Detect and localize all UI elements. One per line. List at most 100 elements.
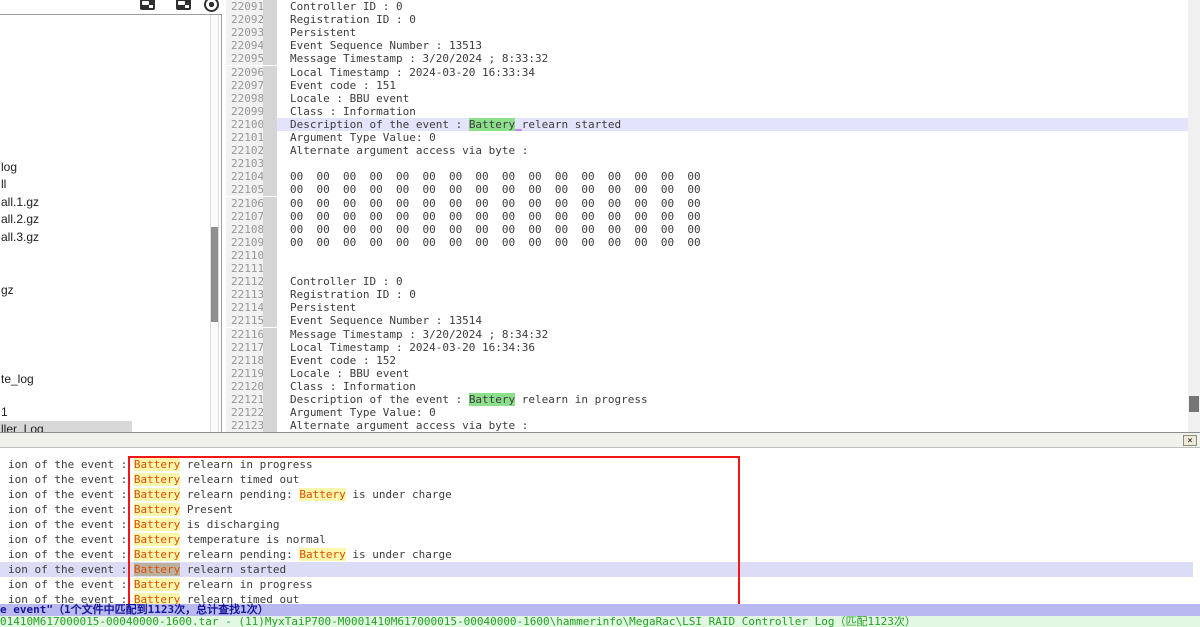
line-text: Event code : 151 — [277, 79, 1188, 92]
bookmark-margin[interactable] — [263, 406, 277, 419]
file-list-item[interactable]: ll — [0, 176, 6, 192]
file-list-item[interactable]: all.1.gz — [0, 194, 39, 210]
editor-scrollbar-thumb[interactable] — [1189, 396, 1199, 412]
close-results-icon[interactable]: × — [1183, 435, 1197, 446]
file-list-item[interactable]: te_log — [0, 371, 34, 387]
file-panel-scrollbar-thumb[interactable] — [211, 227, 218, 322]
file-list-item[interactable]: 1 — [0, 404, 8, 420]
bookmark-margin[interactable] — [263, 79, 277, 92]
view-file-icon-1[interactable] — [140, 0, 155, 10]
log-line[interactable]: 22093Persistent — [226, 26, 1188, 39]
log-line[interactable]: 22094Event Sequence Number : 13513 — [226, 39, 1188, 52]
log-line[interactable]: 2210500 00 00 00 00 00 00 00 00 00 00 00… — [226, 183, 1188, 196]
view-file-icon-2[interactable] — [176, 0, 191, 10]
bookmark-margin[interactable] — [263, 301, 277, 314]
bookmark-margin[interactable] — [263, 380, 277, 393]
log-line[interactable]: 22102Alternate argument access via byte … — [226, 144, 1188, 157]
line-text: Event Sequence Number : 13513 — [277, 39, 1188, 52]
bookmark-margin[interactable] — [263, 66, 277, 79]
bookmark-margin[interactable] — [263, 275, 277, 288]
log-line[interactable]: 22119Locale : BBU event — [226, 367, 1188, 380]
log-line[interactable]: 2210600 00 00 00 00 00 00 00 00 00 00 00… — [226, 197, 1188, 210]
log-line[interactable]: 22122Argument Type Value: 0 — [226, 406, 1188, 419]
log-line[interactable]: 22117Local Timestamp : 2024-03-20 16:34:… — [226, 341, 1188, 354]
bookmark-margin[interactable] — [263, 13, 277, 26]
bookmark-margin[interactable] — [263, 92, 277, 105]
bookmark-margin[interactable] — [263, 131, 277, 144]
log-line[interactable]: 2210400 00 00 00 00 00 00 00 00 00 00 00… — [226, 170, 1188, 183]
search-file-line-text: 01410M617000015-00040000-1600.tar - (11)… — [0, 615, 916, 627]
bookmark-margin[interactable] — [263, 249, 277, 262]
bookmark-margin[interactable] — [263, 288, 277, 301]
log-line[interactable]: 22121Description of the event : Battery … — [226, 393, 1188, 406]
log-line[interactable]: 22118Event code : 152 — [226, 354, 1188, 367]
bookmark-margin[interactable] — [263, 183, 277, 196]
bookmark-margin[interactable] — [263, 328, 277, 341]
line-number: 22116 — [226, 328, 263, 341]
log-line[interactable]: 22116Message Timestamp : 3/20/2024 ; 8:3… — [226, 328, 1188, 341]
line-text: Persistent — [277, 26, 1188, 39]
editor-scrollbar[interactable] — [1188, 0, 1200, 432]
bookmark-margin[interactable] — [263, 367, 277, 380]
log-line[interactable]: 22091Controller ID : 0 — [226, 0, 1188, 13]
log-line[interactable]: 22110 — [226, 249, 1188, 262]
bookmark-margin[interactable] — [263, 144, 277, 157]
match-highlight: Battery — [469, 118, 515, 131]
line-number: 22109 — [226, 236, 263, 249]
log-line[interactable]: 22113Registration ID : 0 — [226, 288, 1188, 301]
log-line[interactable]: 22100Description of the event : Battery_… — [226, 118, 1188, 131]
bookmark-margin[interactable] — [263, 118, 277, 131]
bookmark-margin[interactable] — [263, 39, 277, 52]
log-line[interactable]: 2210700 00 00 00 00 00 00 00 00 00 00 00… — [226, 210, 1188, 223]
log-line[interactable]: 22112Controller ID : 0 — [226, 275, 1188, 288]
bookmark-margin[interactable] — [263, 354, 277, 367]
line-number: 22100 — [226, 118, 263, 131]
line-text: 00 00 00 00 00 00 00 00 00 00 00 00 00 0… — [277, 183, 1188, 196]
log-line[interactable]: 22123Alternate argument access via byte … — [226, 419, 1188, 432]
bookmark-margin[interactable] — [263, 223, 277, 236]
file-panel-scrollbar[interactable] — [210, 15, 219, 433]
line-text: Event Sequence Number : 13514 — [277, 314, 1188, 327]
bookmark-margin[interactable] — [263, 210, 277, 223]
log-editor[interactable]: 22091Controller ID : 022092Registration … — [226, 0, 1188, 433]
log-line[interactable]: 22092Registration ID : 0 — [226, 13, 1188, 26]
bookmark-margin[interactable] — [263, 170, 277, 183]
bookmark-margin[interactable] — [263, 262, 277, 275]
bookmark-margin[interactable] — [263, 52, 277, 65]
line-number: 22113 — [226, 288, 263, 301]
log-line[interactable]: 22111 — [226, 262, 1188, 275]
file-list-item[interactable]: log — [0, 159, 17, 175]
file-list-item[interactable]: all.2.gz — [0, 211, 39, 227]
bookmark-margin[interactable] — [263, 197, 277, 210]
bookmark-margin[interactable] — [263, 236, 277, 249]
log-line[interactable]: 22103 — [226, 157, 1188, 170]
line-text: Locale : BBU event — [277, 367, 1188, 380]
bookmark-margin[interactable] — [263, 341, 277, 354]
file-list-item[interactable]: gz — [0, 282, 14, 298]
log-line[interactable]: 22095Message Timestamp : 3/20/2024 ; 8:3… — [226, 52, 1188, 65]
bookmark-margin[interactable] — [263, 157, 277, 170]
log-line[interactable]: 22099Class : Information — [226, 105, 1188, 118]
log-viewer-window: logllall.1.gzall.2.gzall.3.gzgzte_log1ll… — [0, 0, 1200, 627]
bookmark-margin[interactable] — [263, 26, 277, 39]
file-list-item[interactable]: all.3.gz — [0, 229, 39, 245]
line-text: Alternate argument access via byte : — [277, 144, 1188, 157]
line-number: 22123 — [226, 419, 263, 432]
search-file-line[interactable]: 01410M617000015-00040000-1600.tar - (11)… — [0, 616, 1200, 627]
log-line[interactable]: 22114Persistent — [226, 301, 1188, 314]
bookmark-margin[interactable] — [263, 419, 277, 432]
log-line[interactable]: 22101Argument Type Value: 0 — [226, 131, 1188, 144]
log-line[interactable]: 2210900 00 00 00 00 00 00 00 00 00 00 00… — [226, 236, 1188, 249]
log-line[interactable]: 22120Class : Information — [226, 380, 1188, 393]
locate-target-icon[interactable] — [204, 0, 219, 12]
log-line[interactable]: 22115Event Sequence Number : 13514 — [226, 314, 1188, 327]
bookmark-margin[interactable] — [263, 0, 277, 13]
log-line[interactable]: 22096Local Timestamp : 2024-03-20 16:33:… — [226, 66, 1188, 79]
log-line[interactable]: 2210800 00 00 00 00 00 00 00 00 00 00 00… — [226, 223, 1188, 236]
log-line[interactable]: 22098Locale : BBU event — [226, 92, 1188, 105]
bookmark-margin[interactable] — [263, 314, 277, 327]
bookmark-margin[interactable] — [263, 393, 277, 406]
log-line[interactable]: 22097Event code : 151 — [226, 79, 1188, 92]
line-number: 22118 — [226, 354, 263, 367]
bookmark-margin[interactable] — [263, 105, 277, 118]
